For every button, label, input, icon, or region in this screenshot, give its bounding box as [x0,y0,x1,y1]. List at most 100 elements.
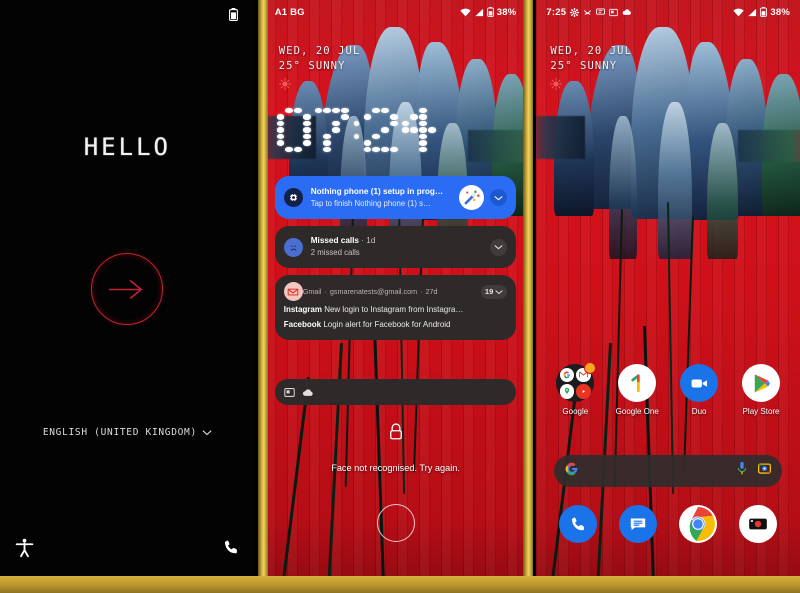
frame-divider-2 [523,0,533,593]
lock-icon [387,422,404,446]
lock-weather-widget[interactable]: WED, 20 JUL 25° SUNNY [279,44,361,95]
notification-badge [584,362,597,374]
clock-colon [353,108,360,152]
greeting-text: HELLO [83,132,171,161]
expand-chevron-icon[interactable] [490,238,508,256]
google-one-icon [618,364,657,402]
screenshot-icon [609,8,618,17]
app-play-store[interactable]: Play Store [733,364,789,416]
google-g-icon [559,367,575,382]
gmail-line-facebook: Facebook Login alert for Facebook for An… [283,320,451,329]
greeting-container: HELLO [0,0,255,293]
chevron-down-icon [495,289,504,294]
screenshot-icon [284,387,295,397]
accessibility-icon[interactable] [14,537,35,558]
cloud-icon [622,8,632,16]
microphone-icon[interactable] [736,461,748,481]
gmail-group-header: Gmail · gsmarenatests@gmail.com · 27d [302,287,438,296]
gmail-line-instagram: Instagram New login to Instagram from In… [283,305,464,314]
notification-nothing-setup[interactable]: Nothing phone (1) setup in prog… Tap to … [274,176,517,219]
youtube-icon [576,384,591,399]
expand-chevron-icon[interactable] [490,189,508,206]
sun-icon [278,78,361,95]
home-date: WED, 20 JUL [550,45,633,57]
missed-call-icon [283,237,303,257]
home-temp: 25° SUNNY [550,60,618,72]
welcome-footer [0,532,255,562]
app-label: Google [562,407,589,416]
clock-digit-h2 [314,108,349,152]
face-unlock-message: Face not recognised. Try again. [331,463,460,473]
panel-lock-screen: A1 BG 38% WED, 20 JUL 25° SUNNY Nothing … [264,0,527,593]
notification-count-badge[interactable]: 19 [480,284,508,299]
carrier-label: A1 BG [274,6,305,18]
app-dock [536,505,800,543]
duo-video-icon [680,364,719,402]
gmail-icon [283,282,303,301]
notification-subtitle: 2 missed calls [310,248,360,257]
notification-missed-calls[interactable]: Missed calls · 1d 2 missed calls [274,226,517,268]
cloud-icon [302,388,313,396]
settings-icon [570,7,580,17]
clock-digit-m1 [363,108,398,152]
lock-temp: 25° SUNNY [278,60,346,72]
maps-icon [559,384,575,399]
lock-statusbar: A1 BG 38% [265,0,527,24]
google-g-icon [565,462,579,481]
app-google-folder[interactable]: Google [547,362,603,416]
start-arrow-button[interactable] [91,253,164,325]
dock-camera[interactable] [739,505,778,543]
dock-phone[interactable] [559,505,598,543]
nothing-logo-icon [283,188,303,207]
arrow-right-icon [109,279,143,299]
signal-icon [747,8,757,17]
frame-divider-1 [258,0,268,593]
language-label: ENGLISH (UNITED KINGDOM) [42,427,197,438]
notification-subtitle: Tap to finish Nothing phone (1) s… [310,198,431,208]
missed-call-icon [583,8,592,17]
fingerprint-circle-icon[interactable] [376,504,415,542]
google-folder-icon [556,362,597,402]
notification-shade: Nothing phone (1) setup in prog… Tap to … [274,176,517,347]
home-weather-widget[interactable]: WED, 20 JUL 25° SUNNY [550,44,632,95]
clock-digit-h1 [276,108,311,152]
panel-welcome-screen: HELLO ENGLISH (UNITED KINGDOM) [0,0,255,593]
app-duo[interactable]: Duo [671,364,727,416]
phone-icon[interactable] [222,538,241,557]
play-store-icon [742,364,781,402]
lock-date: WED, 20 JUL [278,45,361,57]
sun-icon [550,78,632,95]
lock-clock [276,108,436,152]
wallpaper-stems [265,326,527,593]
language-selector[interactable]: ENGLISH (UNITED KINGDOM) [0,427,255,438]
app-label: Google One [615,407,659,416]
messages-icon [596,8,606,16]
wifi-icon [733,8,744,17]
battery-icon [228,8,238,22]
frame-bottom-border [0,576,800,593]
app-label: Play Store [742,407,780,416]
signal-icon [474,8,484,17]
screenshot-stage: HELLO ENGLISH (UNITED KINGDOM) A1 BG 38%… [0,0,800,593]
wifi-icon [460,8,471,17]
app-grid: Google Google One Duo Play Store [536,362,800,416]
magic-wand-icon[interactable] [459,185,485,210]
dock-chrome[interactable] [679,505,718,543]
app-label: Duo [691,407,707,416]
battery-percent: 38% [496,6,517,18]
google-lens-icon[interactable] [758,462,771,480]
app-google-one[interactable]: Google One [609,364,665,416]
battery-icon [486,7,494,17]
panel-home-screen: 7:25 38% WED, 20 JUL 25° SUNNY Google Go… [536,0,800,593]
media-notification-chip[interactable] [274,379,517,405]
chevron-down-icon [202,430,212,436]
status-time: 7:25 [546,6,567,18]
dock-messages[interactable] [619,505,658,543]
battery-icon [760,7,768,17]
clock-digit-m2 [401,108,436,152]
home-statusbar: 7:25 38% [536,0,800,24]
notification-title: Nothing phone (1) setup in prog… [310,186,444,196]
notification-gmail-group[interactable]: Gmail · gsmarenatests@gmail.com · 27d 19 I… [274,275,517,340]
google-search-bar[interactable] [554,455,782,487]
battery-percent: 38% [770,6,790,18]
